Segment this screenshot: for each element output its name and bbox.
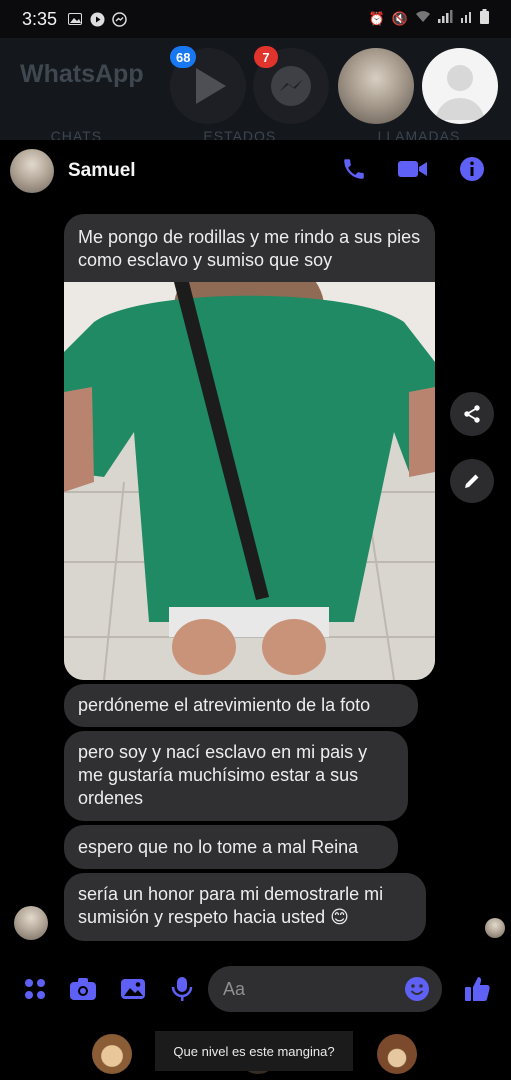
seen-indicator-avatar: [485, 918, 505, 938]
info-icon[interactable]: [459, 156, 485, 187]
video-call-icon[interactable]: [397, 157, 429, 186]
battery-icon: [480, 9, 489, 29]
signal-icon: [438, 10, 454, 28]
phone-icon[interactable]: [341, 156, 367, 187]
status-bar: 3:35 ⏰ 🔇: [0, 0, 511, 38]
gallery-icon[interactable]: [118, 974, 148, 1004]
chat-head-badge-video: 68: [170, 46, 197, 68]
message-bubble-5[interactable]: sería un honor para mi demostrarle mi su…: [64, 873, 426, 941]
message-text: Me pongo de rodillas y me rindo a sus pi…: [78, 227, 421, 270]
background-app-title: WhatsApp: [20, 60, 144, 88]
messenger-notification-icon: [111, 11, 127, 27]
blank-profile-icon: [436, 65, 484, 120]
camera-icon[interactable]: [68, 974, 98, 1004]
monkey-sticker-icon: [92, 1034, 132, 1074]
message-text: perdóneme el atrevimiento de la foto: [78, 695, 371, 715]
chat-head-blank-profile[interactable]: [422, 48, 498, 124]
share-icon: [464, 405, 480, 423]
status-time: 3:35: [22, 8, 58, 29]
chat-head-badge-messenger: 7: [254, 46, 278, 68]
message-composer: Aa: [0, 962, 511, 1018]
attached-photo[interactable]: [64, 282, 435, 680]
message-bubble-4[interactable]: espero que no lo tome a mal Reina: [64, 825, 398, 869]
gallery-notification-icon: [67, 12, 83, 26]
message-input-placeholder: Aa: [223, 978, 246, 999]
signal-icon-2: [461, 10, 473, 28]
status-right-icons: ⏰ 🔇: [369, 9, 489, 29]
message-bubble-1[interactable]: Me pongo de rodillas y me rindo a sus pi…: [64, 214, 435, 282]
pencil-icon: [465, 474, 479, 488]
message-text: sería un honor para mi demostrarle mi su…: [78, 884, 384, 927]
youtube-notification-icon: [89, 12, 105, 26]
microphone-icon[interactable]: [167, 974, 197, 1004]
message-text: pero soy y nací esclavo en mi pais y me …: [78, 742, 368, 808]
share-button[interactable]: [450, 392, 494, 436]
edit-button[interactable]: [450, 459, 494, 503]
message-bubble-3[interactable]: pero soy y nací esclavo en mi pais y me …: [64, 731, 408, 821]
message-input[interactable]: Aa: [208, 966, 442, 1012]
header-actions: [341, 156, 501, 187]
thumbs-up-icon[interactable]: [462, 974, 492, 1004]
wifi-icon: [415, 10, 431, 28]
chat-head-contact-photo[interactable]: [338, 48, 414, 124]
message-bubble-2[interactable]: perdóneme el atrevimiento de la foto: [64, 684, 418, 727]
contact-name[interactable]: Samuel: [68, 160, 136, 182]
emoji-icon[interactable]: [404, 976, 430, 1002]
message-text: espero que no lo tome a mal Reina: [78, 836, 359, 857]
sender-avatar[interactable]: [14, 906, 48, 940]
photo-content: [64, 282, 435, 680]
alarm-icon: ⏰: [368, 11, 385, 26]
chat-header: Samuel: [0, 140, 511, 202]
caption-overlay: Que nivel es este mangina?: [155, 1031, 353, 1071]
contact-avatar[interactable]: [10, 149, 54, 193]
bear-sticker-icon: [377, 1034, 417, 1074]
mute-icon: 🔇: [391, 11, 408, 26]
apps-grid-icon[interactable]: [20, 974, 50, 1004]
